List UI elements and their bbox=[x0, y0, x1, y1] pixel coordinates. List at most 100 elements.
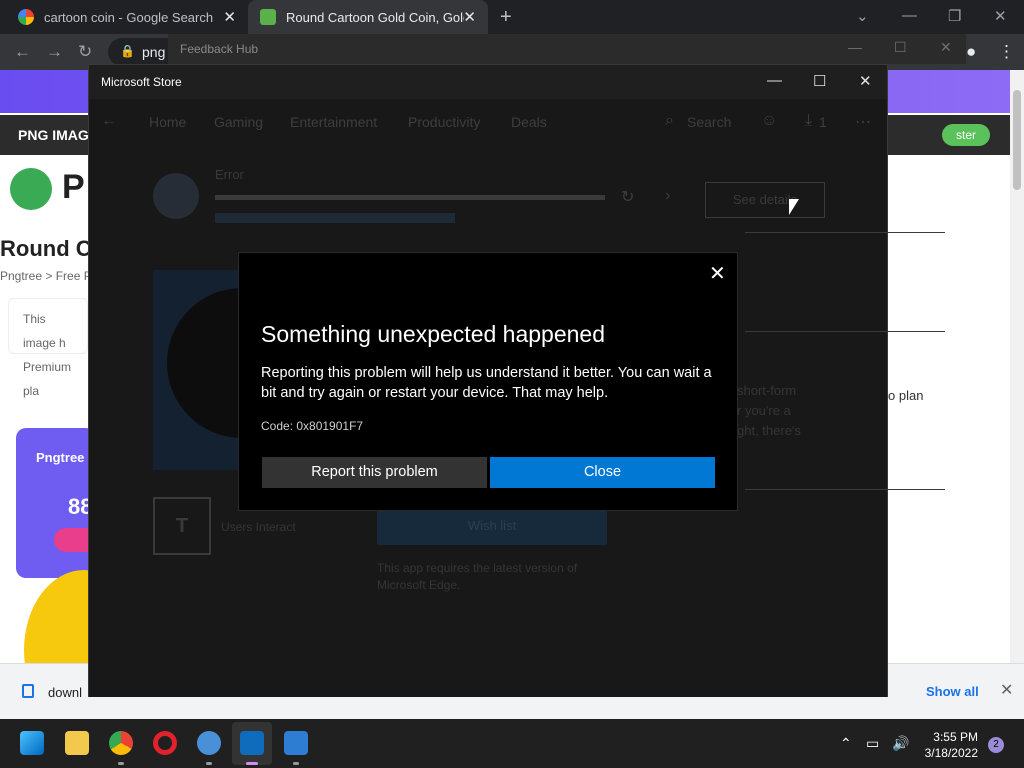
feedback-hub-window: Feedback Hub — ☐ ✕ bbox=[168, 34, 966, 64]
taskbar: ⌃ ▭ 🔊 3:55 PM 3/18/2022 2 bbox=[0, 719, 1024, 768]
back-icon[interactable]: ← bbox=[14, 42, 31, 62]
start-icon[interactable] bbox=[20, 731, 44, 755]
pngtree-logo-icon bbox=[10, 168, 52, 210]
maximize-icon[interactable]: ☐ bbox=[813, 72, 826, 90]
file-explorer-icon[interactable] bbox=[65, 731, 89, 755]
nav-productivity[interactable]: Productivity bbox=[408, 114, 480, 130]
card-title: Pngtree bbox=[36, 450, 85, 465]
register-button[interactable]: ster bbox=[942, 124, 991, 146]
error-code: Code: 0x801901F7 bbox=[261, 419, 364, 433]
store-title: Microsoft Store bbox=[101, 75, 182, 89]
error-label: Error bbox=[215, 167, 244, 182]
tab-pngtree[interactable]: Round Cartoon Gold Coin, Gold C ✕ bbox=[248, 0, 488, 34]
nav-home[interactable]: Home bbox=[149, 114, 186, 130]
scrollbar-thumb[interactable] bbox=[1013, 90, 1021, 190]
app-description: short-form r you're a ght, there's bbox=[737, 381, 801, 441]
account-icon[interactable]: ☺ bbox=[761, 112, 777, 130]
downloads-icon[interactable]: ⤓ bbox=[805, 112, 812, 130]
running-indicator bbox=[206, 762, 212, 765]
nav-gaming[interactable]: Gaming bbox=[214, 114, 263, 130]
close-button[interactable]: Close bbox=[490, 457, 715, 488]
chrome-icon[interactable] bbox=[109, 731, 133, 755]
maximize-icon[interactable]: ☐ bbox=[894, 39, 907, 56]
wish-list-button[interactable]: Wish list bbox=[377, 507, 607, 545]
pngtree-favicon-icon bbox=[260, 9, 276, 25]
note-line: Premium pla bbox=[23, 360, 72, 398]
minimize-icon[interactable]: — bbox=[767, 72, 782, 89]
profile-icon[interactable]: ● bbox=[966, 42, 976, 62]
volume-icon[interactable]: 🔊 bbox=[892, 735, 909, 752]
close-window-icon[interactable]: ✕ bbox=[940, 39, 952, 56]
chevron-up-icon[interactable]: ⌃ bbox=[840, 735, 852, 752]
tab-title: cartoon coin - Google Search bbox=[44, 9, 214, 25]
esrb-rating-icon: T bbox=[153, 497, 211, 555]
settings-gear-icon[interactable] bbox=[197, 731, 221, 755]
feedback-hub-icon[interactable] bbox=[284, 731, 308, 755]
close-icon[interactable]: ✕ bbox=[709, 261, 726, 286]
active-indicator bbox=[246, 762, 258, 765]
new-tab-button[interactable]: + bbox=[500, 6, 512, 29]
tab-google-search[interactable]: cartoon coin - Google Search ✕ bbox=[0, 0, 248, 34]
close-tab-icon[interactable]: ✕ bbox=[223, 8, 236, 26]
show-all-button[interactable]: Show all bbox=[926, 684, 979, 699]
nav-deals[interactable]: Deals bbox=[511, 114, 547, 130]
page-heading: Round C bbox=[0, 236, 92, 261]
promo-card: Pngtree 88 bbox=[16, 428, 104, 578]
download-progress bbox=[215, 195, 605, 200]
store-titlebar: Microsoft Store — ☐ ✕ bbox=[89, 65, 887, 99]
clock-time: 3:55 PM bbox=[933, 730, 978, 744]
notification-badge[interactable]: 2 bbox=[988, 737, 1004, 753]
reload-icon[interactable]: ↻ bbox=[78, 42, 92, 62]
nav-entertainment[interactable]: Entertainment bbox=[290, 114, 377, 130]
report-problem-button[interactable]: Report this problem bbox=[262, 457, 487, 488]
url-text: png bbox=[142, 44, 166, 60]
dialog-message: Reporting this problem will help us unde… bbox=[261, 365, 712, 401]
clock-date: 3/18/2022 bbox=[924, 746, 978, 760]
dialog-title: Something unexpected happened bbox=[261, 321, 606, 347]
close-window-icon[interactable]: ✕ bbox=[859, 72, 872, 90]
requirement-note: This app requires the latest version of … bbox=[377, 561, 578, 592]
site-nav-title[interactable]: PNG IMAG bbox=[18, 127, 89, 143]
divider bbox=[745, 489, 945, 490]
logo-text: P bbox=[62, 168, 85, 206]
premium-note: This image h Premium pla bbox=[8, 298, 88, 398]
feedback-hub-title: Feedback Hub bbox=[180, 42, 259, 56]
side-text: o plan bbox=[888, 388, 924, 403]
running-indicator bbox=[293, 762, 299, 765]
description-line: ght, there's bbox=[737, 423, 801, 438]
tab-title: Round Cartoon Gold Coin, Gold C bbox=[286, 9, 464, 25]
mouse-cursor-icon bbox=[788, 198, 800, 216]
minimize-icon[interactable]: — bbox=[848, 39, 862, 55]
restore-icon[interactable]: ❐ bbox=[948, 7, 961, 25]
download-status-icon bbox=[153, 173, 199, 219]
search-icon[interactable]: ⌕ bbox=[665, 112, 674, 130]
back-icon[interactable]: ← bbox=[101, 112, 117, 130]
rating-descriptor: Users Interact bbox=[221, 520, 296, 534]
tab-search-icon[interactable]: ⌄ bbox=[856, 7, 869, 25]
lock-icon: 🔒 bbox=[120, 44, 135, 58]
google-favicon-icon bbox=[18, 9, 34, 25]
close-window-icon[interactable]: ✕ bbox=[994, 7, 1007, 25]
error-dialog: ✕ Something unexpected happened Reportin… bbox=[238, 252, 738, 511]
retry-icon[interactable]: ↻ bbox=[621, 187, 634, 207]
description-line: r you're a bbox=[737, 403, 791, 418]
close-downloads-icon[interactable]: ✕ bbox=[1000, 680, 1013, 700]
downloads-count: 1 bbox=[819, 114, 827, 130]
minimize-icon[interactable]: — bbox=[902, 7, 917, 24]
close-tab-icon[interactable]: ✕ bbox=[463, 8, 476, 26]
opera-icon[interactable] bbox=[153, 731, 177, 755]
download-item[interactable]: downl bbox=[48, 685, 82, 700]
cancel-icon[interactable]: › bbox=[665, 187, 670, 205]
page-scrollbar[interactable] bbox=[1010, 70, 1024, 663]
network-icon[interactable]: ▭ bbox=[866, 735, 879, 752]
running-indicator bbox=[118, 762, 124, 765]
microsoft-store-icon[interactable] bbox=[240, 731, 264, 755]
system-clock[interactable]: 3:55 PM 3/18/2022 bbox=[920, 729, 978, 761]
search-button[interactable]: Search bbox=[687, 114, 731, 130]
chrome-menu-icon[interactable]: ⋮ bbox=[998, 42, 1015, 62]
more-options-icon[interactable]: ⋯ bbox=[855, 112, 871, 132]
breadcrumb: Pngtree > Free P bbox=[0, 269, 92, 283]
forward-icon[interactable]: → bbox=[46, 42, 63, 62]
see-details-button[interactable]: See details bbox=[705, 182, 825, 218]
status-link bbox=[215, 213, 455, 223]
